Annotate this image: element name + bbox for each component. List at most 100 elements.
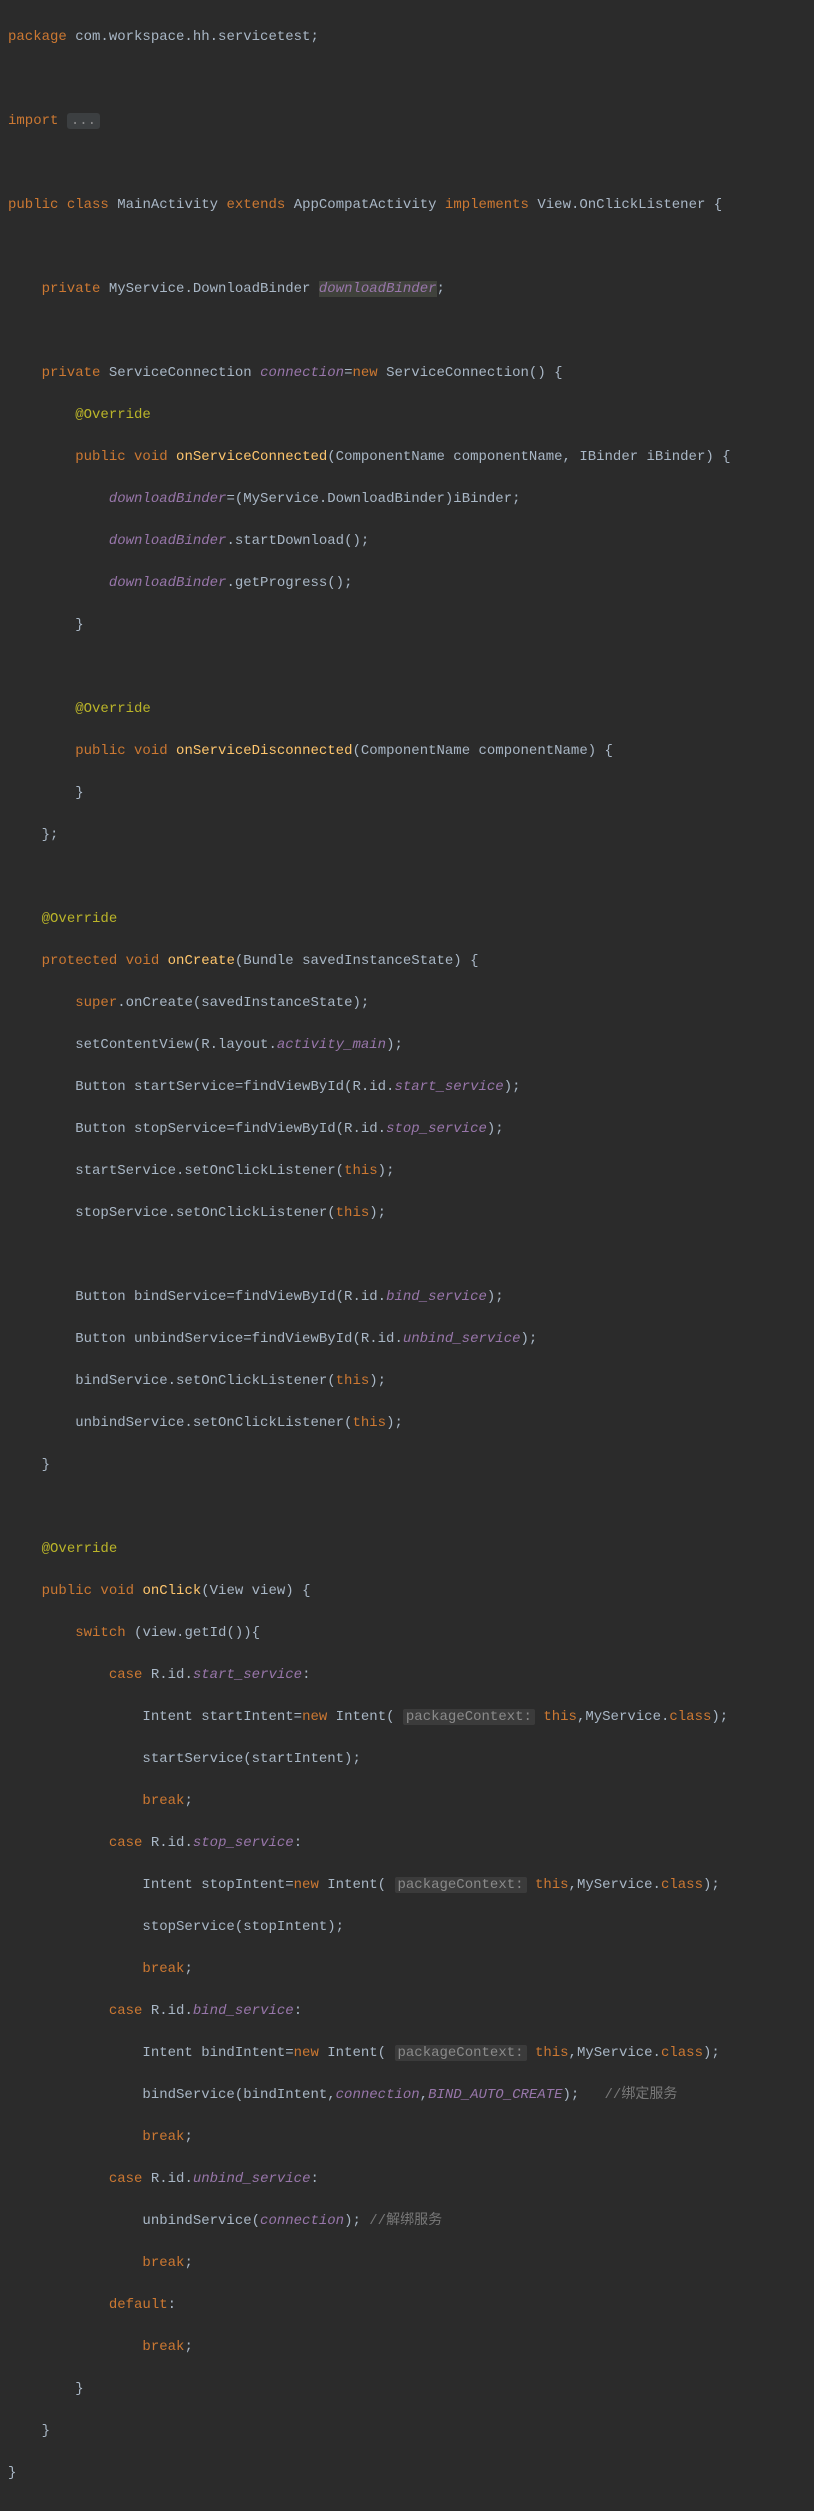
code-line[interactable]: public void onServiceDisconnected(Compon… — [8, 741, 814, 762]
indent — [8, 995, 75, 1011]
code-line[interactable]: bindService.setOnClickListener(this); — [8, 1371, 814, 1392]
brace: } — [8, 2465, 16, 2481]
method-name: onServiceConnected — [176, 449, 327, 465]
colon: : — [294, 1835, 302, 1851]
code-line[interactable]: package com.workspace.hh.servicetest; — [8, 27, 814, 48]
stmt: Intent( — [319, 1877, 395, 1893]
code-line[interactable]: Button startService=findViewById(R.id.st… — [8, 1077, 814, 1098]
colon: : — [294, 2003, 302, 2019]
code-line[interactable] — [8, 657, 814, 678]
code-line[interactable]: private ServiceConnection connection=new… — [8, 363, 814, 384]
code-line[interactable]: } — [8, 2463, 814, 2484]
break-keyword: break — [142, 1793, 184, 1809]
code-line[interactable]: stopService(stopIntent); — [8, 1917, 814, 1938]
code-line[interactable]: super.onCreate(savedInstanceState); — [8, 993, 814, 1014]
code-line[interactable]: setContentView(R.layout.activity_main); — [8, 1035, 814, 1056]
code-line[interactable]: public void onClick(View view) { — [8, 1581, 814, 1602]
space — [527, 2045, 535, 2061]
stmt: ,MyService. — [569, 1877, 661, 1893]
indent — [8, 491, 109, 507]
stmt: startService(startIntent); — [8, 1751, 361, 1767]
code-line[interactable]: } — [8, 783, 814, 804]
code-line[interactable]: public class MainActivity extends AppCom… — [8, 195, 814, 216]
code-line[interactable]: protected void onCreate(Bundle savedInst… — [8, 951, 814, 972]
field: downloadBinder — [109, 533, 227, 549]
stmt: Intent bindIntent= — [8, 2045, 294, 2061]
code-line[interactable] — [8, 1497, 814, 1518]
code-line[interactable]: case R.id.start_service: — [8, 1665, 814, 1686]
colon: : — [168, 2297, 176, 2313]
code-line[interactable]: break; — [8, 2127, 814, 2148]
code-line[interactable]: }; — [8, 825, 814, 846]
code-line[interactable]: startService.setOnClickListener(this); — [8, 1161, 814, 1182]
code-line[interactable] — [8, 867, 814, 888]
code-line[interactable]: switch (view.getId()){ — [8, 1623, 814, 1644]
break-keyword: break — [142, 2129, 184, 2145]
code-line[interactable]: } — [8, 1455, 814, 1476]
modifier: private — [8, 281, 109, 297]
code-line[interactable]: Intent startIntent=new Intent( packageCo… — [8, 1707, 814, 1728]
code-line[interactable]: break; — [8, 2337, 814, 2358]
code-line[interactable]: break; — [8, 2253, 814, 2274]
code-line[interactable]: } — [8, 2379, 814, 2400]
indent — [8, 2339, 142, 2355]
this-keyword: this — [352, 1415, 386, 1431]
code-line[interactable]: } — [8, 2421, 814, 2442]
annotation: @Override — [42, 911, 118, 927]
annotation: @Override — [42, 1541, 118, 1557]
colon: : — [310, 2171, 318, 2187]
code-line[interactable]: unbindService.setOnClickListener(this); — [8, 1413, 814, 1434]
code-line[interactable] — [8, 153, 814, 174]
code-line[interactable]: downloadBinder.getProgress(); — [8, 573, 814, 594]
brace: } — [8, 2423, 50, 2439]
code-line[interactable]: public void onServiceConnected(Component… — [8, 447, 814, 468]
code-line[interactable]: Button bindService=findViewById(R.id.bin… — [8, 1287, 814, 1308]
code-line[interactable]: startService(startIntent); — [8, 1749, 814, 1770]
super-type: AppCompatActivity — [294, 197, 437, 213]
code-line[interactable]: unbindService(connection); //解绑服务 — [8, 2211, 814, 2232]
semi: ); — [369, 1205, 386, 1221]
method-name: onServiceDisconnected — [176, 743, 352, 759]
code-line[interactable]: downloadBinder=(MyService.DownloadBinder… — [8, 489, 814, 510]
code-line[interactable]: Button unbindService=findViewById(R.id.u… — [8, 1329, 814, 1350]
semi: ); — [386, 1415, 403, 1431]
field: connection — [260, 2213, 344, 2229]
code-line[interactable]: @Override — [8, 699, 814, 720]
code-line[interactable]: default: — [8, 2295, 814, 2316]
code-line[interactable]: @Override — [8, 909, 814, 930]
comment: //解绑服务 — [369, 2213, 442, 2229]
code-line[interactable]: Intent stopIntent=new Intent( packageCon… — [8, 1875, 814, 1896]
class-keyword: class — [669, 1709, 711, 1725]
code-line[interactable]: break; — [8, 1791, 814, 1812]
code-editor[interactable]: package com.workspace.hh.servicetest; im… — [0, 0, 814, 2511]
param-hint: packageContext: — [403, 1709, 535, 1725]
code-line[interactable]: stopService.setOnClickListener(this); — [8, 1203, 814, 1224]
case-keyword: case — [109, 2003, 143, 2019]
code-line[interactable] — [8, 1245, 814, 1266]
new-keyword: new — [352, 365, 386, 381]
code-line[interactable]: bindService(bindIntent,connection,BIND_A… — [8, 2085, 814, 2106]
code-line[interactable]: Button stopService=findViewById(R.id.sto… — [8, 1119, 814, 1140]
code-line[interactable]: import ... — [8, 111, 814, 132]
code-line[interactable]: break; — [8, 1959, 814, 1980]
code-line[interactable]: case R.id.stop_service: — [8, 1833, 814, 1854]
fold-indicator[interactable]: ... — [67, 113, 100, 129]
resource-id: bind_service — [386, 1289, 487, 1305]
params: (ComponentName componentName) { — [352, 743, 612, 759]
indent — [8, 1961, 142, 1977]
code-line[interactable]: downloadBinder.startDownload(); — [8, 531, 814, 552]
code-line[interactable] — [8, 237, 814, 258]
field: connection — [336, 2087, 420, 2103]
code-line[interactable] — [8, 321, 814, 342]
code-line[interactable]: @Override — [8, 405, 814, 426]
code-line[interactable]: case R.id.unbind_service: — [8, 2169, 814, 2190]
code-line[interactable]: Intent bindIntent=new Intent( packageCon… — [8, 2043, 814, 2064]
code-line[interactable]: private MyService.DownloadBinder downloa… — [8, 279, 814, 300]
semi: ); — [487, 1289, 504, 1305]
code-line[interactable]: } — [8, 615, 814, 636]
code-line[interactable]: @Override — [8, 1539, 814, 1560]
this-keyword: this — [535, 1877, 569, 1893]
code-line[interactable]: case R.id.bind_service: — [8, 2001, 814, 2022]
stmt: setContentView(R.layout. — [8, 1037, 277, 1053]
code-line[interactable] — [8, 69, 814, 90]
